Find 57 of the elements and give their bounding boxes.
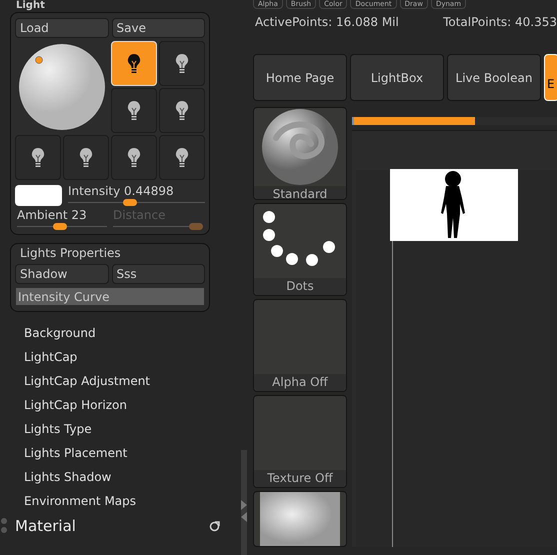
light-bulb-icon <box>127 146 141 168</box>
light-button[interactable] <box>159 135 205 180</box>
subpalette-item[interactable]: Lights Shadow <box>0 465 240 489</box>
panel-title: Light <box>16 0 46 11</box>
thumbnail-label: Alpha Off <box>254 374 346 391</box>
light-sphere-drawing[interactable] <box>18 43 106 131</box>
popout-icon[interactable] <box>209 520 220 532</box>
slider-label: Intensity 0.44898 <box>68 184 175 198</box>
tab[interactable]: Home Page <box>253 54 347 101</box>
active-points-text: ActivePoints: 16.088 Mil <box>255 14 399 30</box>
panel-button[interactable]: Shadow <box>15 264 108 284</box>
light-bulb-icon <box>127 52 141 74</box>
light-button[interactable] <box>159 88 205 133</box>
subpalette-item[interactable]: LightCap Adjustment <box>0 369 240 393</box>
shelf-thumbnail[interactable]: Texture Off <box>253 395 347 488</box>
shelf-thumbnail[interactable] <box>253 491 347 547</box>
curve-button[interactable]: Intensity Curve <box>16 288 204 305</box>
subpalette-item[interactable]: Lights Type <box>0 417 240 441</box>
subpalette-item[interactable]: Lights Placement <box>0 441 240 465</box>
thumbnail-label: Texture Off <box>254 470 346 487</box>
slider-thumb[interactable] <box>52 223 67 230</box>
slider-thumb[interactable] <box>123 199 138 206</box>
palette-title[interactable]: Material <box>15 514 209 538</box>
light-button[interactable] <box>111 88 157 133</box>
shelf-thumbnail[interactable]: Dots <box>253 203 347 296</box>
subpalette-item[interactable]: LightCap Horizon <box>0 393 240 417</box>
light-bulb-icon <box>79 146 93 168</box>
tab[interactable]: E <box>544 54 557 101</box>
light-button[interactable] <box>111 135 157 180</box>
light-bulb-icon <box>127 100 141 122</box>
thumbnail-label: Dots <box>254 278 346 295</box>
panel-button[interactable]: Load <box>15 18 108 38</box>
slider-track[interactable] <box>113 223 203 230</box>
scroll-strip-drawing[interactable] <box>240 450 248 555</box>
light-bulb-icon <box>175 52 189 74</box>
tab[interactable]: LightBox <box>350 54 444 101</box>
panel-button[interactable]: Sss <box>112 264 205 284</box>
shelf-thumbnail[interactable]: Standard <box>253 107 347 200</box>
shelf-thumbnail[interactable]: Alpha Off <box>253 299 347 392</box>
subpalette-item[interactable]: LightCap <box>0 345 240 369</box>
slider-label: Ambient 23 <box>17 208 88 222</box>
panel-button[interactable]: Save <box>112 18 205 38</box>
light-button[interactable] <box>15 135 61 180</box>
drag-handle-icon[interactable] <box>0 517 10 535</box>
slider-track[interactable] <box>17 223 107 230</box>
color-swatch[interactable] <box>15 185 62 206</box>
subpalette-title[interactable]: Lights Properties <box>15 245 205 262</box>
subpalette-item[interactable]: Background <box>0 321 240 345</box>
light-button[interactable] <box>63 135 109 180</box>
light-bulb-icon <box>31 146 45 168</box>
subpalette-item[interactable]: Environment Maps <box>0 489 240 513</box>
slider-track[interactable] <box>68 199 205 206</box>
light-bulb-icon <box>175 100 189 122</box>
total-points-text: TotalPoints: 40.353 <box>443 14 557 30</box>
light-bulb-icon <box>175 146 189 168</box>
thumbnail-label: Standard <box>254 186 346 199</box>
tab[interactable]: Live Boolean <box>447 54 541 101</box>
